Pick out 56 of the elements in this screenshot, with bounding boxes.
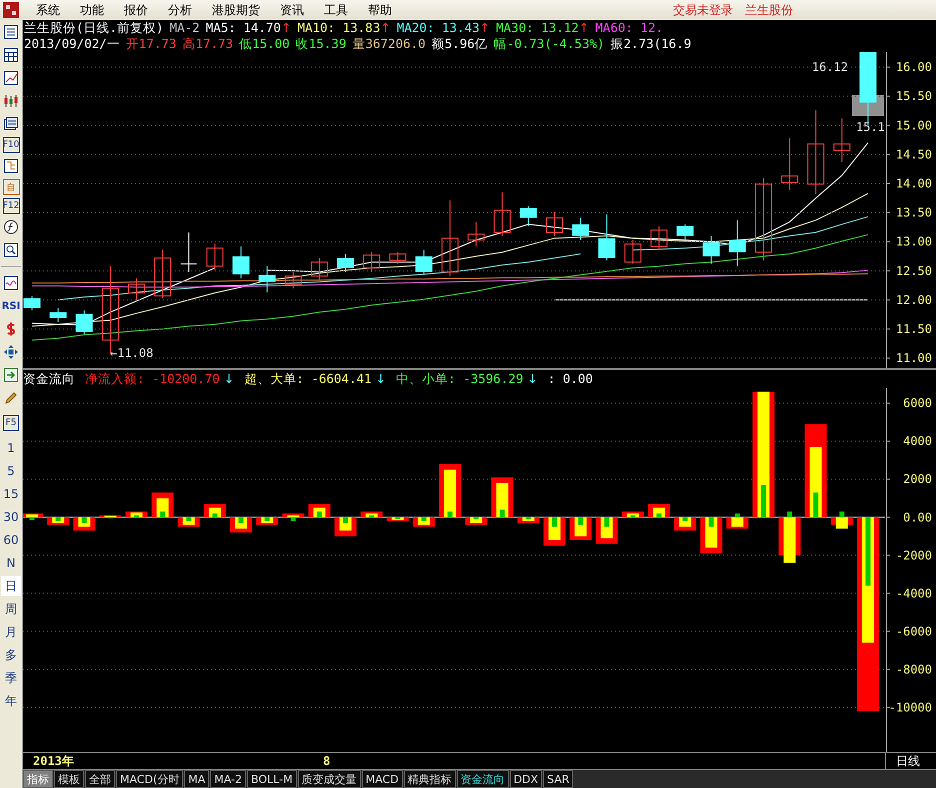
axis-label: 16.00: [896, 60, 932, 74]
status-text: 交易未登录: [672, 2, 734, 18]
axis-label: 0.00: [903, 510, 932, 524]
header-value: : 0.00: [548, 370, 593, 388]
header-value: 量367206.0: [352, 36, 426, 52]
price-label: 16.12: [812, 60, 848, 74]
axis-label: 15.50: [896, 89, 932, 104]
header-value: MA-2: [170, 20, 200, 36]
axis-label: 14.00: [896, 176, 932, 191]
header-value: 低15.00: [239, 36, 290, 52]
date-label: 2013年: [32, 752, 75, 770]
axis-label: -6000: [896, 624, 932, 638]
axis-label: 12.00: [896, 292, 932, 307]
axis-label: 11.50: [896, 322, 932, 336]
header-value: MA10: 13.83: [297, 20, 380, 36]
header-value: MA30: 13.12: [496, 20, 579, 36]
header-value: MA5: 14.70: [206, 20, 281, 36]
axis-label: 11.00: [896, 351, 932, 366]
axis-label: 13.50: [896, 206, 932, 220]
header-value: 中、小单: -3596.29: [396, 370, 524, 388]
axis-label: 4000: [903, 434, 932, 448]
header-value: 开17.73: [126, 36, 176, 52]
header-value: 2013/09/02/一: [24, 36, 120, 52]
axis-label: 14.50: [896, 147, 932, 162]
header-value: 高17.73: [182, 36, 234, 52]
axis-label: 2000: [903, 472, 932, 486]
header-value: 收15.39: [296, 36, 346, 52]
header-value: MA20: 13.43: [396, 20, 480, 36]
header-value: 净流入额: -10200.70: [85, 370, 220, 388]
header-value: 超、大单: -6604.41: [244, 370, 372, 388]
trend-arrow: ↑: [480, 20, 490, 36]
axis-label: 13.00: [896, 234, 932, 249]
indicator-title: 资金流向: [23, 370, 75, 388]
axis-label: 12.50: [896, 264, 932, 278]
trend-arrow: ↑: [380, 20, 391, 36]
axis-label: -10000: [888, 700, 932, 714]
price-label: ←11.08: [110, 346, 154, 360]
header-value: 幅-0.73(-4.53%): [494, 36, 605, 52]
price-label: 15.1: [856, 120, 885, 134]
trend-arrow: ↓: [376, 370, 386, 388]
trend-arrow: ↑: [280, 20, 292, 36]
header-value: 兰生股份(日线.前复权): [24, 20, 164, 36]
axis-label: -8000: [896, 662, 932, 676]
axis-label: -4000: [896, 586, 932, 600]
status-text: 兰生股份: [744, 2, 794, 18]
date-label: 8: [323, 754, 330, 768]
header-value: 振2.73(16.9: [610, 36, 692, 52]
header-value: MA60: 12.: [595, 20, 664, 36]
trend-arrow: ↓: [224, 370, 234, 388]
trend-arrow: ↓: [527, 370, 538, 388]
axis-label: 6000: [903, 396, 932, 410]
axis-label: 15.00: [896, 118, 932, 132]
period-label: 日线: [895, 753, 920, 769]
trend-arrow: ↑: [578, 20, 590, 36]
axis-label: -2000: [896, 548, 932, 562]
header-value: 额5.96亿: [432, 36, 488, 52]
